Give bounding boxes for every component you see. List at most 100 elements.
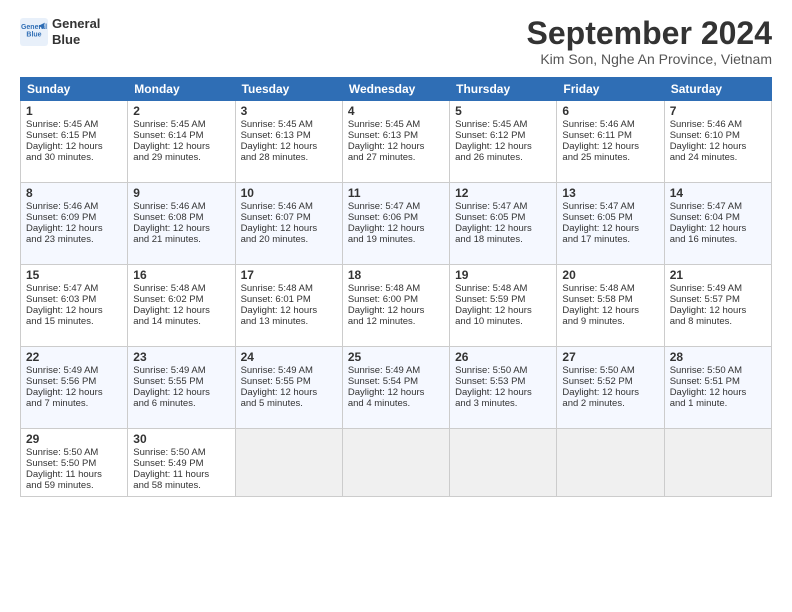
day-info-line: Sunrise: 5:45 AM [26, 119, 122, 130]
calendar-cell: 11Sunrise: 5:47 AMSunset: 6:06 PMDayligh… [342, 183, 449, 265]
day-info-line: Sunrise: 5:47 AM [670, 201, 766, 212]
logo-icon: General Blue [20, 18, 48, 46]
calendar-cell: 20Sunrise: 5:48 AMSunset: 5:58 PMDayligh… [557, 265, 664, 347]
day-info-line: Daylight: 12 hours [348, 305, 444, 316]
day-info-line: and 18 minutes. [455, 234, 551, 245]
day-info-line: Sunset: 6:15 PM [26, 130, 122, 141]
day-info-line: and 28 minutes. [241, 152, 337, 163]
day-info-line: Daylight: 12 hours [670, 305, 766, 316]
day-info-line: and 17 minutes. [562, 234, 658, 245]
calendar-cell [235, 429, 342, 497]
calendar-cell: 19Sunrise: 5:48 AMSunset: 5:59 PMDayligh… [450, 265, 557, 347]
day-info-line: Sunset: 5:55 PM [133, 376, 229, 387]
calendar-cell: 30Sunrise: 5:50 AMSunset: 5:49 PMDayligh… [128, 429, 235, 497]
day-info-line: Sunset: 6:14 PM [133, 130, 229, 141]
day-number: 21 [670, 268, 766, 282]
page: General Blue General Blue September 2024… [0, 0, 792, 612]
day-info-line: Sunrise: 5:49 AM [133, 365, 229, 376]
day-info-line: and 26 minutes. [455, 152, 551, 163]
day-info-line: and 9 minutes. [562, 316, 658, 327]
calendar-cell: 26Sunrise: 5:50 AMSunset: 5:53 PMDayligh… [450, 347, 557, 429]
calendar-cell [557, 429, 664, 497]
week-row-4: 22Sunrise: 5:49 AMSunset: 5:56 PMDayligh… [21, 347, 772, 429]
day-info-line: Sunrise: 5:45 AM [133, 119, 229, 130]
day-info-line: Daylight: 12 hours [26, 223, 122, 234]
day-info-line: and 1 minute. [670, 398, 766, 409]
day-info-line: Daylight: 12 hours [670, 387, 766, 398]
day-info-line: Sunset: 6:12 PM [455, 130, 551, 141]
calendar-cell: 21Sunrise: 5:49 AMSunset: 5:57 PMDayligh… [664, 265, 771, 347]
day-info-line: Daylight: 12 hours [26, 305, 122, 316]
day-info-line: Sunset: 6:06 PM [348, 212, 444, 223]
day-info-line: Daylight: 12 hours [562, 305, 658, 316]
day-info-line: Daylight: 12 hours [455, 141, 551, 152]
day-info-line: Daylight: 12 hours [670, 223, 766, 234]
calendar-cell: 23Sunrise: 5:49 AMSunset: 5:55 PMDayligh… [128, 347, 235, 429]
calendar-cell: 16Sunrise: 5:48 AMSunset: 6:02 PMDayligh… [128, 265, 235, 347]
day-info-line: Sunrise: 5:46 AM [26, 201, 122, 212]
day-number: 29 [26, 432, 122, 446]
calendar-cell [450, 429, 557, 497]
day-info-line: Daylight: 12 hours [133, 223, 229, 234]
day-info-line: Sunset: 6:00 PM [348, 294, 444, 305]
day-info-line: Sunset: 6:09 PM [26, 212, 122, 223]
day-number: 24 [241, 350, 337, 364]
day-number: 15 [26, 268, 122, 282]
day-info-line: Daylight: 11 hours [133, 469, 229, 480]
calendar-cell: 5Sunrise: 5:45 AMSunset: 6:12 PMDaylight… [450, 101, 557, 183]
day-info-line: Daylight: 12 hours [670, 141, 766, 152]
day-info-line: Daylight: 12 hours [241, 387, 337, 398]
day-info-line: and 13 minutes. [241, 316, 337, 327]
day-info-line: Sunrise: 5:48 AM [562, 283, 658, 294]
calendar-cell: 14Sunrise: 5:47 AMSunset: 6:04 PMDayligh… [664, 183, 771, 265]
day-info-line: and 12 minutes. [348, 316, 444, 327]
day-info-line: Sunset: 5:55 PM [241, 376, 337, 387]
day-info-line: Sunset: 5:58 PM [562, 294, 658, 305]
day-info-line: and 10 minutes. [455, 316, 551, 327]
day-number: 2 [133, 104, 229, 118]
day-info-line: Sunrise: 5:46 AM [562, 119, 658, 130]
day-info-line: and 59 minutes. [26, 480, 122, 491]
day-number: 17 [241, 268, 337, 282]
day-info-line: Sunrise: 5:47 AM [348, 201, 444, 212]
day-info-line: Daylight: 11 hours [26, 469, 122, 480]
day-number: 18 [348, 268, 444, 282]
day-info-line: Sunrise: 5:50 AM [562, 365, 658, 376]
day-info-line: Sunset: 5:51 PM [670, 376, 766, 387]
day-info-line: Sunset: 6:05 PM [562, 212, 658, 223]
calendar-cell: 17Sunrise: 5:48 AMSunset: 6:01 PMDayligh… [235, 265, 342, 347]
day-info-line: Sunrise: 5:50 AM [133, 447, 229, 458]
day-info-line: Sunrise: 5:46 AM [670, 119, 766, 130]
calendar-cell: 27Sunrise: 5:50 AMSunset: 5:52 PMDayligh… [557, 347, 664, 429]
day-info-line: Sunset: 6:02 PM [133, 294, 229, 305]
day-info-line: Sunrise: 5:45 AM [348, 119, 444, 130]
day-info-line: Daylight: 12 hours [133, 305, 229, 316]
day-info-line: Sunset: 6:08 PM [133, 212, 229, 223]
day-info-line: and 8 minutes. [670, 316, 766, 327]
day-number: 28 [670, 350, 766, 364]
day-info-line: Sunrise: 5:48 AM [348, 283, 444, 294]
day-info-line: Sunrise: 5:45 AM [241, 119, 337, 130]
day-info-line: and 6 minutes. [133, 398, 229, 409]
weekday-header-monday: Monday [128, 78, 235, 101]
day-info-line: Sunrise: 5:49 AM [26, 365, 122, 376]
day-info-line: Sunset: 6:11 PM [562, 130, 658, 141]
day-info-line: Sunset: 6:01 PM [241, 294, 337, 305]
calendar-cell: 3Sunrise: 5:45 AMSunset: 6:13 PMDaylight… [235, 101, 342, 183]
calendar-cell: 4Sunrise: 5:45 AMSunset: 6:13 PMDaylight… [342, 101, 449, 183]
day-info-line: Daylight: 12 hours [455, 305, 551, 316]
day-info-line: Sunrise: 5:49 AM [241, 365, 337, 376]
day-info-line: Sunset: 5:49 PM [133, 458, 229, 469]
calendar-cell: 13Sunrise: 5:47 AMSunset: 6:05 PMDayligh… [557, 183, 664, 265]
day-number: 9 [133, 186, 229, 200]
day-number: 14 [670, 186, 766, 200]
calendar-cell: 22Sunrise: 5:49 AMSunset: 5:56 PMDayligh… [21, 347, 128, 429]
day-number: 11 [348, 186, 444, 200]
day-info-line: Daylight: 12 hours [562, 387, 658, 398]
day-info-line: and 27 minutes. [348, 152, 444, 163]
day-number: 16 [133, 268, 229, 282]
day-info-line: Daylight: 12 hours [241, 141, 337, 152]
day-info-line: Sunset: 5:54 PM [348, 376, 444, 387]
day-info-line: Sunrise: 5:50 AM [670, 365, 766, 376]
day-info-line: and 7 minutes. [26, 398, 122, 409]
